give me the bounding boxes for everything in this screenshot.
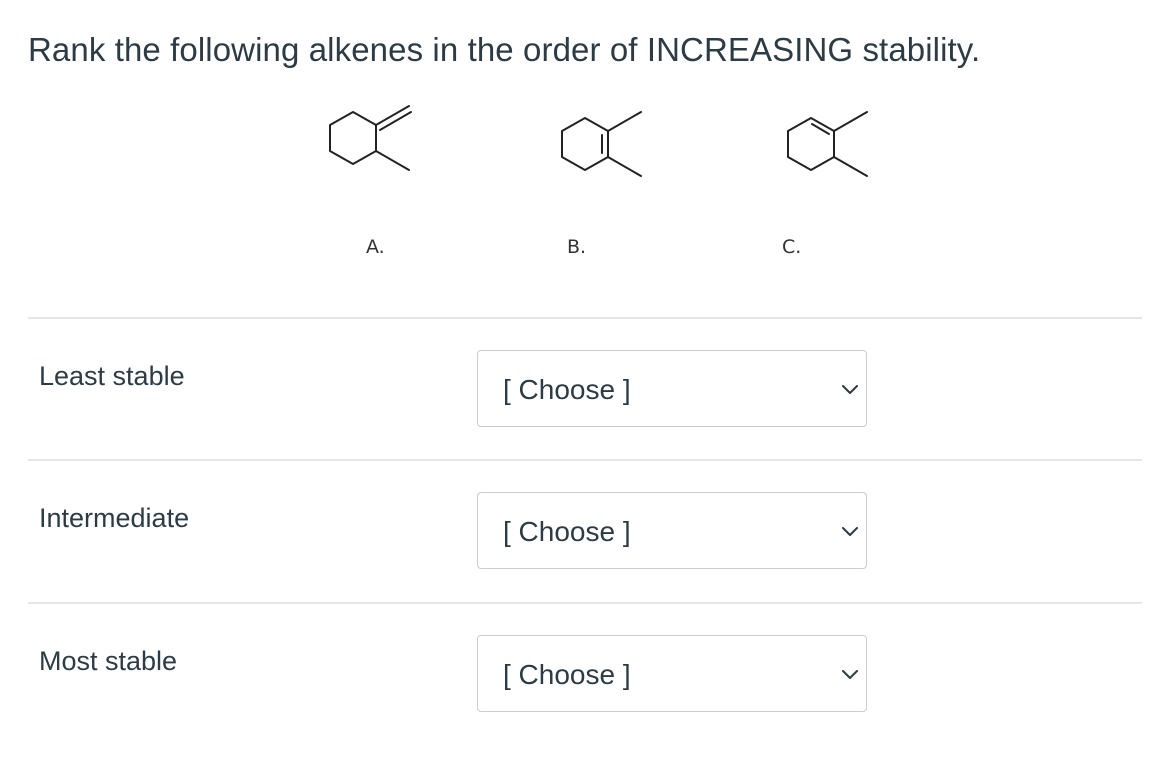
most-stable-select[interactable]: [ Choose ] xyxy=(477,635,867,712)
row-label-most-stable: Most stable xyxy=(39,646,178,676)
select-value: [ Choose ] xyxy=(503,374,631,405)
structure-c-drawing xyxy=(787,111,868,177)
question-text: Rank the following alkenes in the order … xyxy=(28,31,981,68)
row-label-least-stable: Least stable xyxy=(39,361,185,391)
chevron-down-icon xyxy=(842,527,858,536)
row-label-intermediate: Intermediate xyxy=(39,503,190,533)
structure-label-a: A. xyxy=(366,236,385,258)
row-divider xyxy=(28,602,1142,604)
structure-b-drawing xyxy=(561,111,642,177)
structure-label-b: B. xyxy=(567,236,587,258)
row-divider xyxy=(28,459,1142,461)
row-divider xyxy=(28,317,1142,319)
alkene-structures xyxy=(329,105,868,177)
least-stable-select[interactable]: [ Choose ] xyxy=(477,350,867,427)
intermediate-select[interactable]: [ Choose ] xyxy=(477,492,867,569)
structure-label-c: C. xyxy=(782,236,802,258)
select-value: [ Choose ] xyxy=(503,516,631,547)
select-value: [ Choose ] xyxy=(503,659,631,690)
structure-a-drawing xyxy=(329,105,412,171)
chevron-down-icon xyxy=(842,670,858,679)
chevron-down-icon xyxy=(842,385,858,394)
